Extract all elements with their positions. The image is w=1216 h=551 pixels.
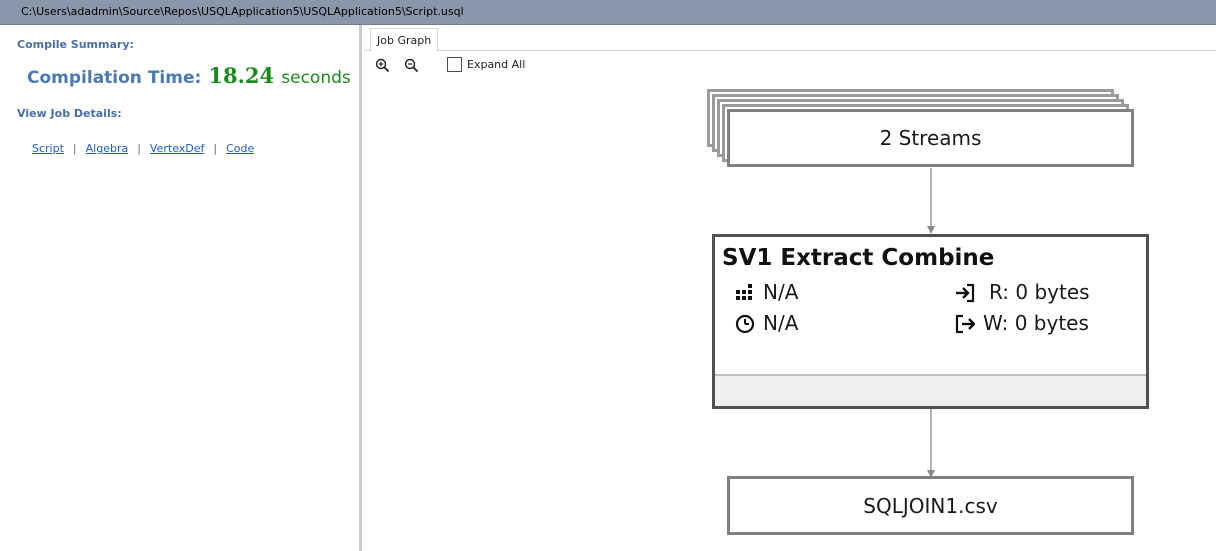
write-bytes: W: 0 bytes bbox=[983, 311, 1089, 335]
job-graph-pane: Job Graph Expand All 2 Streams SV1 Extra… bbox=[365, 25, 1216, 551]
input-streams-label: 2 Streams bbox=[879, 126, 982, 150]
vertices-value: N/A bbox=[763, 280, 799, 304]
link-separator: | bbox=[137, 142, 141, 155]
arrow-out-of-box-icon bbox=[955, 314, 975, 334]
compilation-time-value: 18.24 bbox=[208, 63, 275, 88]
script-link[interactable]: Script bbox=[32, 142, 64, 155]
vertex-progress-bar bbox=[715, 374, 1146, 406]
vertex-sv1-extract-combine[interactable]: SV1 Extract Combine N/A N/A R: 0 bytes W… bbox=[712, 234, 1149, 409]
time-value: N/A bbox=[763, 311, 799, 335]
compilation-time: Compilation Time: 18.24 seconds bbox=[27, 63, 351, 88]
compile-summary-heading: Compile Summary: bbox=[17, 38, 134, 51]
output-file-node[interactable]: SQLJOIN1.csv bbox=[727, 476, 1134, 535]
vertex-title: SV1 Extract Combine bbox=[722, 245, 995, 271]
link-separator: | bbox=[72, 142, 77, 155]
arrow-into-box-icon bbox=[956, 283, 975, 303]
read-bytes: R: 0 bytes bbox=[989, 280, 1090, 304]
window-title: C:\Users\adadmin\Source\Repos\USQLApplic… bbox=[21, 5, 464, 18]
input-streams-node[interactable]: 2 Streams bbox=[727, 109, 1134, 167]
code-link[interactable]: Code bbox=[226, 142, 254, 155]
grid-icon bbox=[736, 284, 752, 300]
output-file-label: SQLJOIN1.csv bbox=[863, 493, 998, 518]
algebra-link[interactable]: Algebra bbox=[86, 142, 129, 155]
link-separator: | bbox=[213, 142, 218, 155]
compilation-time-unit: seconds bbox=[281, 68, 351, 88]
view-job-details-heading: View Job Details: bbox=[17, 107, 122, 120]
job-details-links: Script | Algebra | VertexDef | Code bbox=[32, 142, 254, 155]
compile-summary-pane: Compile Summary: Compilation Time: 18.24… bbox=[0, 25, 362, 551]
vertexdef-link[interactable]: VertexDef bbox=[150, 142, 204, 155]
clock-icon bbox=[735, 314, 755, 334]
compilation-time-label: Compilation Time: bbox=[27, 68, 202, 88]
window-title-bar: C:\Users\adadmin\Source\Repos\USQLApplic… bbox=[0, 0, 1216, 25]
